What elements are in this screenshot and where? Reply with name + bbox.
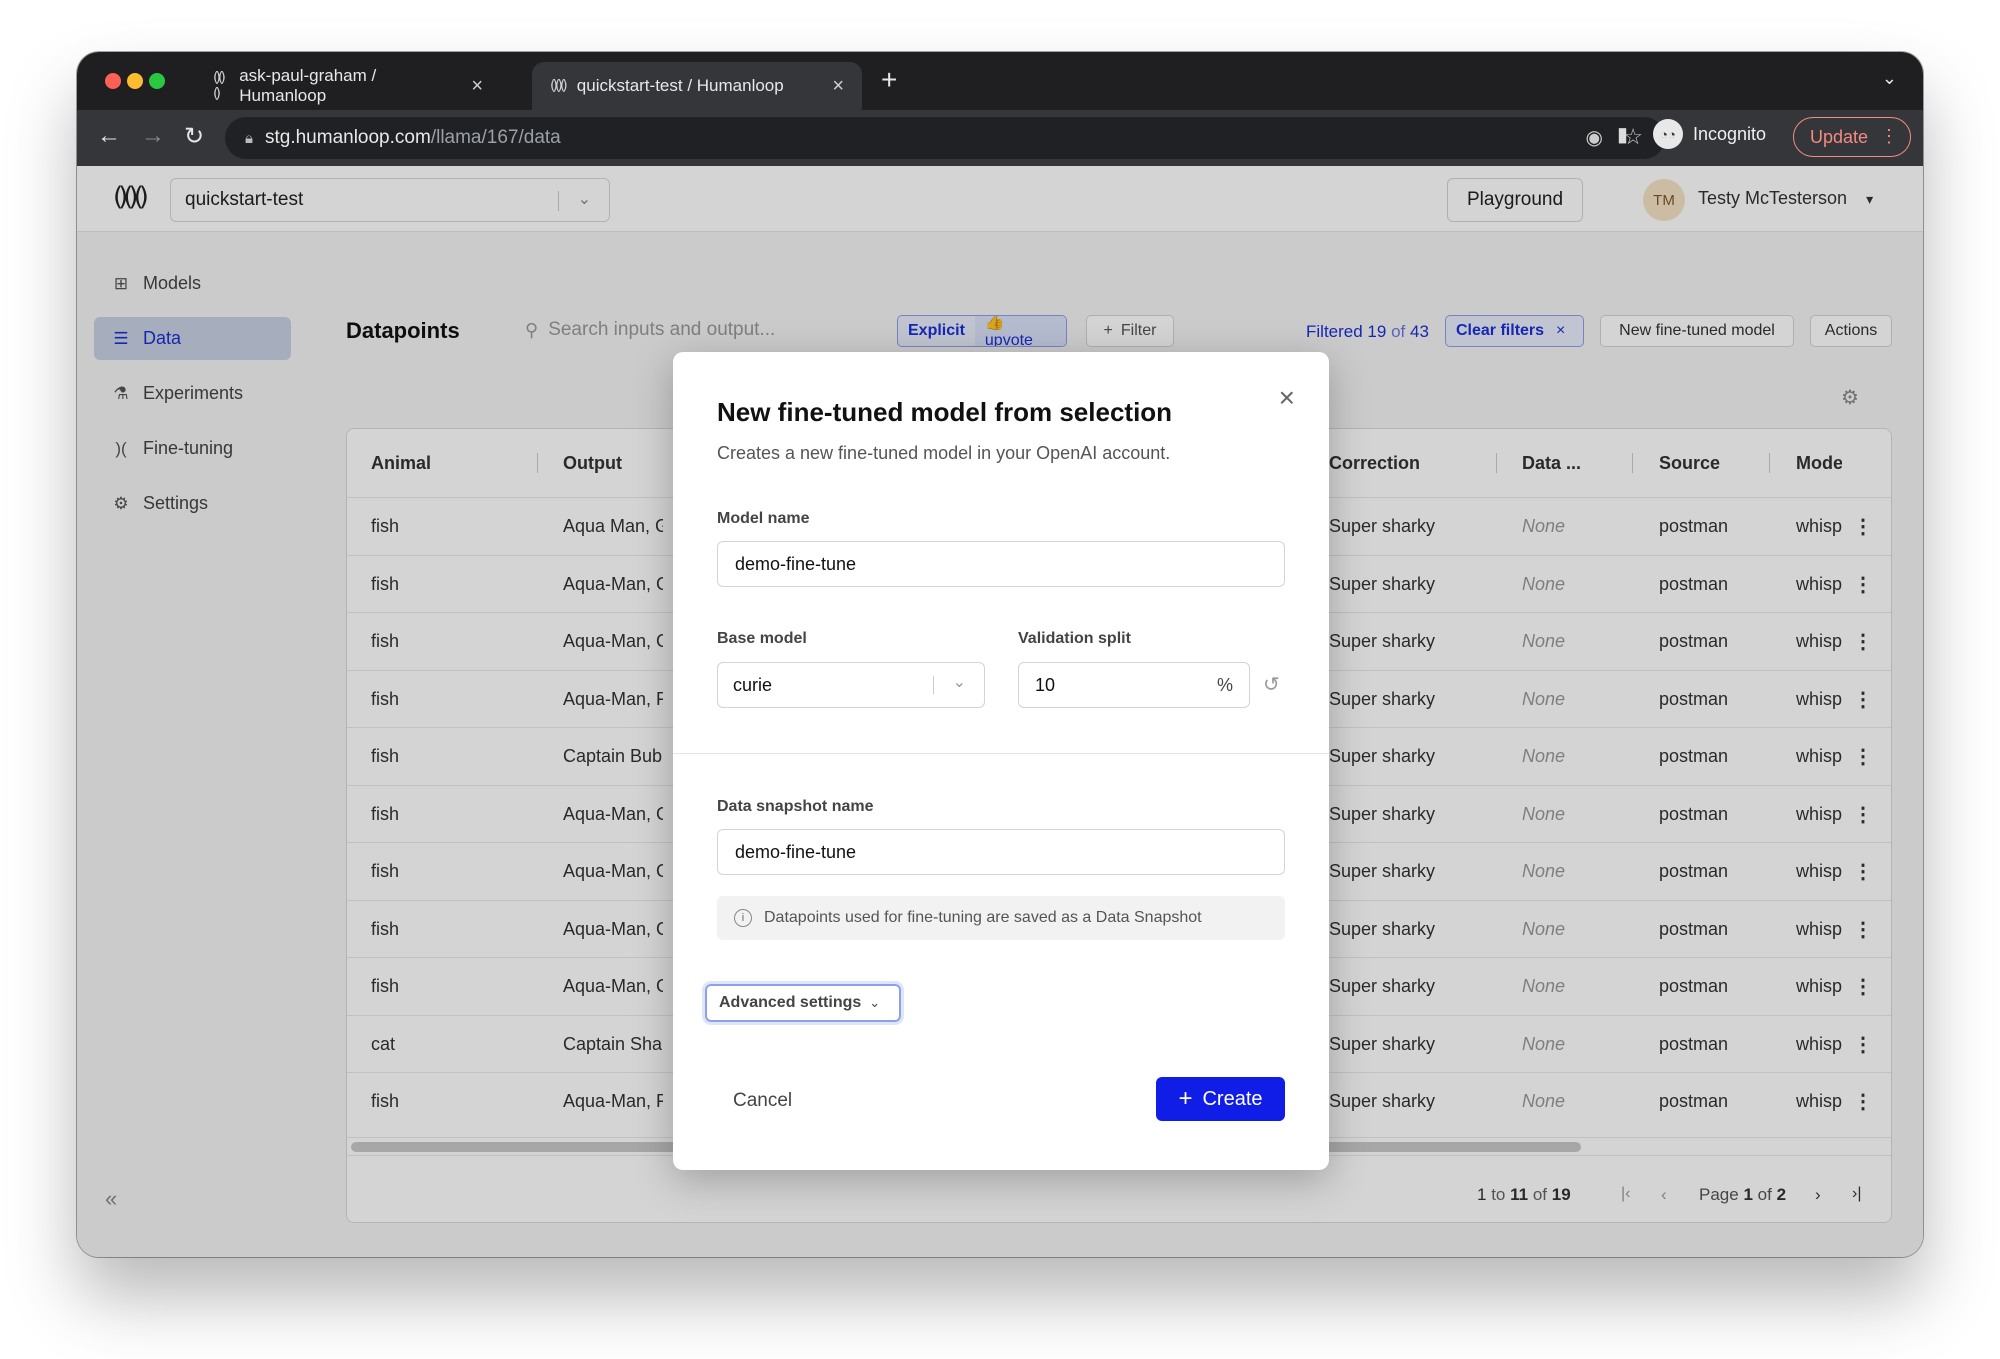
base-model-label: Base model (717, 630, 807, 647)
incognito-indicator[interactable]: ▮ ◔◔ Incognito (1617, 119, 1786, 149)
reload-icon[interactable]: ↻ (184, 122, 204, 151)
cancel-button[interactable]: Cancel (733, 1090, 792, 1112)
minimize-window-button[interactable] (127, 73, 143, 89)
back-icon[interactable]: ← (97, 122, 121, 150)
humanloop-favicon-icon: ()()() (550, 78, 568, 94)
model-name-field[interactable]: demo-fine-tune (717, 541, 1285, 587)
incognito-icon: ◔◔ (1653, 119, 1684, 149)
create-label: Create (1202, 1087, 1263, 1110)
eye-off-icon[interactable]: ◉ (1586, 125, 1603, 150)
address-bar[interactable]: 🔒︎ stg.humanloop.com/llama/167/data ◉ ☆ (225, 117, 1665, 159)
close-icon[interactable]: × (1279, 382, 1295, 414)
tab-ask-paul-graham[interactable]: ()()() ask-paul-graham / Humanloop × (195, 62, 501, 110)
validation-split-label: Validation split (1018, 630, 1131, 647)
plus-icon: + (1178, 1085, 1193, 1112)
base-model-value: curie (733, 674, 773, 695)
url-path: /llama/167/data (430, 127, 561, 148)
tab-bar: ()()() ask-paul-graham / Humanloop × ()(… (77, 52, 1923, 110)
close-window-button[interactable] (105, 73, 121, 89)
sidebar-panel-icon[interactable]: ▮ (1617, 122, 1628, 147)
snapshot-name-field[interactable]: demo-fine-tune (717, 829, 1285, 875)
close-tab-icon[interactable]: × (471, 75, 483, 98)
info-banner: i Datapoints used for fine-tuning are sa… (717, 896, 1285, 940)
cancel-label: Cancel (733, 1090, 793, 1111)
lock-icon: 🔒︎ (245, 129, 253, 147)
create-button[interactable]: + Create (1156, 1077, 1285, 1121)
tab-label: quickstart-test / Humanloop (576, 76, 784, 95)
app-root: ()()() quickstart-test ⌄ Playground TM T… (77, 166, 1923, 1257)
browser-toolbar: ← → ↻ 🔒︎ stg.humanloop.com/llama/167/dat… (77, 110, 1923, 166)
model-name-value: demo-fine-tune (735, 553, 857, 574)
incognito-label: Incognito (1693, 123, 1767, 144)
modal-title: New fine-tuned model from selection (717, 397, 1173, 427)
tab-search-chevron-icon[interactable]: ⌄ (1882, 68, 1897, 89)
info-text: Datapoints used for fine-tuning are save… (764, 909, 1202, 926)
chevron-down-icon: ⌄ (869, 995, 881, 1010)
tab-label: ask-paul-graham / Humanloop (239, 66, 377, 105)
maximize-window-button[interactable] (149, 73, 165, 89)
humanloop-favicon-icon: ()()() (213, 70, 226, 102)
model-name-label: Model name (717, 510, 810, 527)
chevron-down-icon: ⌄ (952, 674, 966, 691)
base-model-select[interactable]: curie ⌄ (717, 662, 985, 708)
advanced-settings-label: Advanced settings (719, 994, 862, 1011)
new-tab-icon[interactable]: + (881, 64, 897, 96)
snapshot-name-label: Data snapshot name (717, 798, 874, 815)
fine-tune-modal: New fine-tuned model from selection Crea… (673, 352, 1329, 1170)
update-label: Update (1810, 126, 1869, 147)
percent-unit: % (1216, 675, 1233, 695)
section-divider (673, 753, 1329, 754)
tab-quickstart-test[interactable]: ()()() quickstart-test / Humanloop × (532, 62, 862, 110)
info-icon: i (734, 909, 752, 927)
browser-window: ()()() ask-paul-graham / Humanloop × ()(… (77, 52, 1923, 1257)
validation-split-value: 10 (1035, 674, 1056, 695)
url-host: stg.humanloop.com (264, 127, 431, 148)
validation-split-field[interactable]: 10 % (1018, 662, 1250, 708)
close-tab-icon[interactable]: × (832, 75, 844, 98)
modal-subtitle: Creates a new fine-tuned model in your O… (717, 443, 1171, 463)
update-button[interactable]: Update ⋮ (1793, 117, 1911, 157)
select-divider (933, 676, 934, 694)
reset-icon[interactable]: ↺ (1263, 672, 1280, 697)
advanced-settings-button[interactable]: Advanced settings ⌄ (705, 984, 901, 1022)
forward-icon[interactable]: → (141, 122, 165, 150)
snapshot-name-value: demo-fine-tune (735, 841, 857, 862)
more-vertical-icon: ⋮ (1880, 126, 1898, 146)
